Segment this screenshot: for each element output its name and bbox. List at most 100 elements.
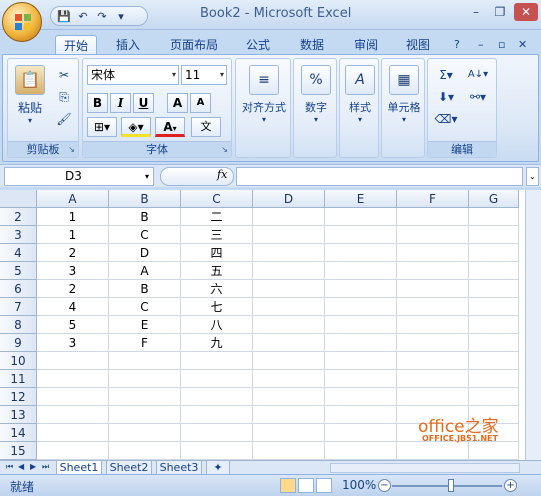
clipboard-launcher-icon[interactable]: ↘ [68,145,75,154]
tab-review[interactable]: 审阅 [346,35,386,55]
alignment-button[interactable]: ≡ 对齐方式 ▾ [238,65,290,124]
ribbon-restore-icon[interactable]: ▫ [498,38,505,51]
borders-button[interactable]: ⊞▾ [87,117,117,137]
cell[interactable] [469,424,519,442]
zoom-slider[interactable] [392,485,502,487]
cell[interactable] [109,424,181,442]
cell[interactable] [469,208,519,226]
cell[interactable] [253,406,325,424]
cell[interactable] [397,424,469,442]
cell[interactable]: 三 [181,226,253,244]
column-header[interactable]: C [181,190,253,208]
row-header[interactable]: 14 [0,424,37,442]
cell[interactable]: B [109,208,181,226]
styles-button[interactable]: A 样式 ▾ [342,65,378,124]
find-select-button[interactable]: ⚯▾ [464,87,492,107]
insert-function-button[interactable]: fx [160,167,234,186]
zoom-in-button[interactable]: + [504,479,517,492]
row-header[interactable]: 5 [0,262,37,280]
cell[interactable] [469,280,519,298]
cell[interactable]: 2 [37,280,109,298]
shrink-font-button[interactable]: A [190,93,211,113]
row-header[interactable]: 3 [0,226,37,244]
cell[interactable] [325,352,397,370]
cell[interactable]: 4 [37,298,109,316]
cell[interactable] [253,298,325,316]
insert-sheet-icon[interactable]: ✦ [206,461,230,475]
ribbon-minimize-icon[interactable]: – [478,38,484,51]
column-header[interactable]: D [253,190,325,208]
save-icon[interactable]: 💾 [57,10,71,23]
cell[interactable] [397,226,469,244]
column-header[interactable]: F [397,190,469,208]
row-header[interactable]: 13 [0,406,37,424]
first-sheet-icon[interactable]: ⏮ [6,462,13,472]
cell[interactable]: 3 [37,334,109,352]
cell[interactable] [37,388,109,406]
row-header[interactable]: 7 [0,298,37,316]
cell[interactable] [325,424,397,442]
cell[interactable] [469,226,519,244]
cell[interactable]: 八 [181,316,253,334]
cell[interactable] [181,442,253,460]
row-header[interactable]: 12 [0,388,37,406]
cell[interactable]: 5 [37,316,109,334]
cell[interactable] [397,262,469,280]
cell[interactable] [253,226,325,244]
close-button[interactable]: ✕ [514,3,538,21]
cell[interactable]: C [109,298,181,316]
undo-icon[interactable]: ↶ [76,10,90,23]
cell[interactable] [397,388,469,406]
copy-icon[interactable]: ⎘ [54,87,74,107]
cell[interactable] [325,298,397,316]
fill-button[interactable]: ⬇▾ [432,87,460,107]
column-header[interactable]: B [109,190,181,208]
cell[interactable] [325,406,397,424]
workbook-close-icon[interactable]: ✕ [518,38,527,51]
cell[interactable] [325,316,397,334]
grow-font-button[interactable]: A [167,93,188,113]
name-box[interactable]: D3 ▾ [4,167,154,186]
select-all-corner[interactable] [0,190,37,208]
cell[interactable] [469,370,519,388]
cell[interactable]: D [109,244,181,262]
page-layout-view-icon[interactable] [298,478,314,493]
zoom-level[interactable]: 100% [342,478,376,492]
bold-button[interactable]: B [87,93,108,113]
cell[interactable] [469,316,519,334]
sort-filter-button[interactable]: A↓▾ [464,65,492,85]
cell[interactable] [325,244,397,262]
cell[interactable] [253,442,325,460]
cell[interactable] [469,442,519,460]
cell[interactable] [37,352,109,370]
tab-data[interactable]: 数据 [292,35,332,55]
italic-button[interactable]: I [110,93,131,113]
cell[interactable]: F [109,334,181,352]
cell[interactable] [253,370,325,388]
column-header[interactable]: A [37,190,109,208]
sheet-tab-3[interactable]: Sheet3 [156,461,202,475]
tab-formulas[interactable]: 公式 [238,35,278,55]
cell[interactable] [253,388,325,406]
customize-qat-icon[interactable]: ▾ [114,10,128,23]
cell[interactable] [253,316,325,334]
cells-button[interactable]: ▦ 单元格 ▾ [384,65,424,124]
paste-button[interactable]: 📋 粘贴 ▾ [12,65,48,125]
number-button[interactable]: % 数字 ▾ [296,65,336,124]
tab-view[interactable]: 视图 [398,35,438,55]
cell[interactable] [325,262,397,280]
cell[interactable] [253,262,325,280]
cell[interactable] [397,208,469,226]
cell[interactable] [109,352,181,370]
prev-sheet-icon[interactable]: ◀ [18,462,24,471]
column-header[interactable]: E [325,190,397,208]
cell[interactable] [37,406,109,424]
cell[interactable] [253,424,325,442]
cell[interactable] [397,316,469,334]
cell[interactable]: 1 [37,208,109,226]
row-header[interactable]: 15 [0,442,37,460]
page-break-view-icon[interactable] [316,478,332,493]
cell[interactable] [253,280,325,298]
normal-view-icon[interactable] [280,478,296,493]
cell[interactable] [397,280,469,298]
